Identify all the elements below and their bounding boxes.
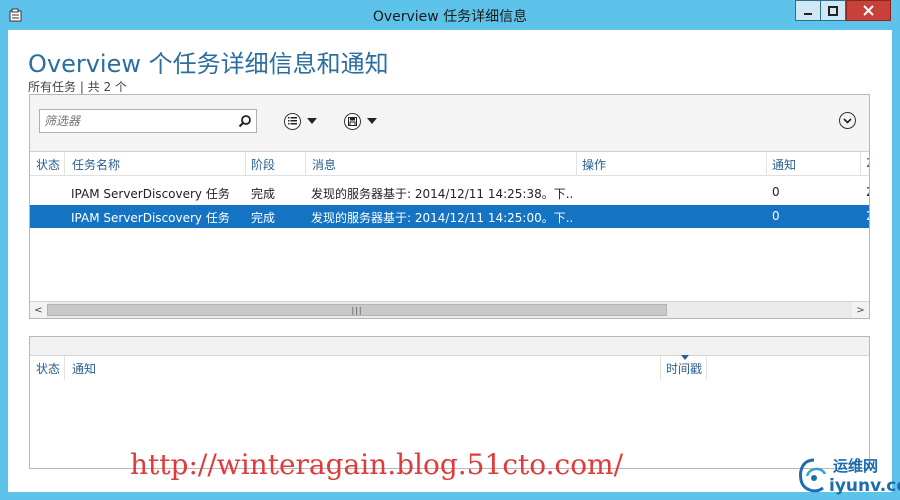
filter-input[interactable]: [40, 110, 230, 132]
sort-desc-icon: [681, 355, 689, 360]
maximize-button[interactable]: [820, 0, 846, 21]
column-divider[interactable]: [64, 152, 65, 176]
list-view-icon: [284, 112, 301, 130]
title-bar[interactable]: Overview 任务详细信息: [0, 0, 900, 30]
expand-icon[interactable]: [839, 112, 856, 129]
chevron-down-icon: [307, 118, 317, 124]
column-header-notification[interactable]: 通知: [72, 360, 96, 377]
grip-icon: |||: [351, 305, 363, 315]
tasks-toolbar: [30, 95, 869, 152]
column-header-notification[interactable]: 通知: [772, 156, 796, 173]
task-count: 所有任务 | 共 2 个: [28, 80, 127, 94]
watermark-url: http://winteragain.blog.51cto.com/: [130, 448, 624, 481]
cell-notification: 0: [772, 209, 780, 223]
cell-more: 2: [866, 185, 869, 199]
window: Overview 任务详细信息 Overview 个任务详细信息和通知 所有任务…: [0, 0, 900, 500]
save-icon: [344, 112, 361, 130]
scroll-right-icon[interactable]: >: [852, 302, 869, 318]
cell-message: 发现的服务器基于: 2014/12/11 14:25:38。下...: [311, 187, 573, 201]
minimize-icon: [804, 12, 812, 15]
site-logo: 运维网 iyunv.com: [795, 452, 900, 500]
horizontal-scrollbar[interactable]: < ||| >: [30, 301, 869, 318]
logo-text-en: iyunv.com: [829, 476, 900, 496]
column-divider[interactable]: [860, 152, 861, 176]
column-divider[interactable]: [766, 152, 767, 176]
scroll-left-icon[interactable]: <: [30, 302, 47, 318]
column-divider[interactable]: [245, 152, 246, 176]
window-title: Overview 任务详细信息: [372, 9, 528, 25]
column-header-action[interactable]: 操作: [582, 156, 606, 173]
chevron-down-icon: [367, 118, 377, 124]
cell-phase: 完成: [251, 187, 276, 201]
table-row-selected[interactable]: IPAM ServerDiscovery 任务 完成 发现的服务器基于: 201…: [30, 205, 869, 228]
maximize-icon: [828, 5, 838, 16]
column-header-status[interactable]: 状态: [36, 156, 60, 173]
minimize-button[interactable]: [795, 0, 821, 21]
column-header-task-name[interactable]: 任务名称: [72, 156, 120, 173]
content-area: Overview 个任务详细信息和通知 所有任务 | 共 2 个 筛选器 状态 …: [8, 30, 892, 492]
page-title: Overview 个任务详细信息和通知: [28, 50, 389, 78]
logo-text-cn: 运维网: [833, 457, 879, 475]
notifications-table-header: 状态 通知 时间戳: [30, 355, 869, 380]
scroll-thumb[interactable]: |||: [47, 304, 667, 316]
cell-message: 发现的服务器基于: 2014/12/11 14:25:00。下...: [311, 211, 573, 225]
column-divider[interactable]: [660, 356, 661, 380]
notifications-toolbar: [30, 337, 869, 356]
column-divider[interactable]: [576, 152, 577, 176]
tasks-table-header: 状态 任务名称 阶段 消息 操作 通知 2: [30, 152, 869, 176]
table-row[interactable]: IPAM ServerDiscovery 任务 完成 发现的服务器基于: 201…: [30, 181, 869, 204]
tasks-panel: 状态 任务名称 阶段 消息 操作 通知 2 IPAM ServerDiscove…: [29, 94, 870, 319]
save-query-button[interactable]: [344, 110, 377, 132]
column-header-status[interactable]: 状态: [36, 360, 60, 377]
close-icon: [863, 5, 874, 16]
cell-phase: 完成: [251, 211, 276, 225]
search-icon[interactable]: [238, 114, 252, 128]
cell-more: 2: [866, 209, 869, 223]
cell-task-name: IPAM ServerDiscovery 任务: [71, 187, 230, 201]
column-divider[interactable]: [305, 152, 306, 176]
column-divider[interactable]: [64, 356, 65, 380]
cell-task-name: IPAM ServerDiscovery 任务: [71, 211, 230, 225]
close-button[interactable]: [846, 0, 891, 21]
cell-notification: 0: [772, 185, 780, 199]
column-header-message[interactable]: 消息: [312, 156, 336, 173]
column-header-more[interactable]: 2: [866, 156, 869, 170]
list-view-button[interactable]: [284, 110, 317, 132]
filter-box[interactable]: [39, 109, 257, 133]
column-header-timestamp[interactable]: 时间戳: [666, 360, 702, 377]
column-divider[interactable]: [706, 356, 707, 380]
column-header-phase[interactable]: 阶段: [251, 156, 275, 173]
logo-swirl-icon: [799, 458, 827, 493]
